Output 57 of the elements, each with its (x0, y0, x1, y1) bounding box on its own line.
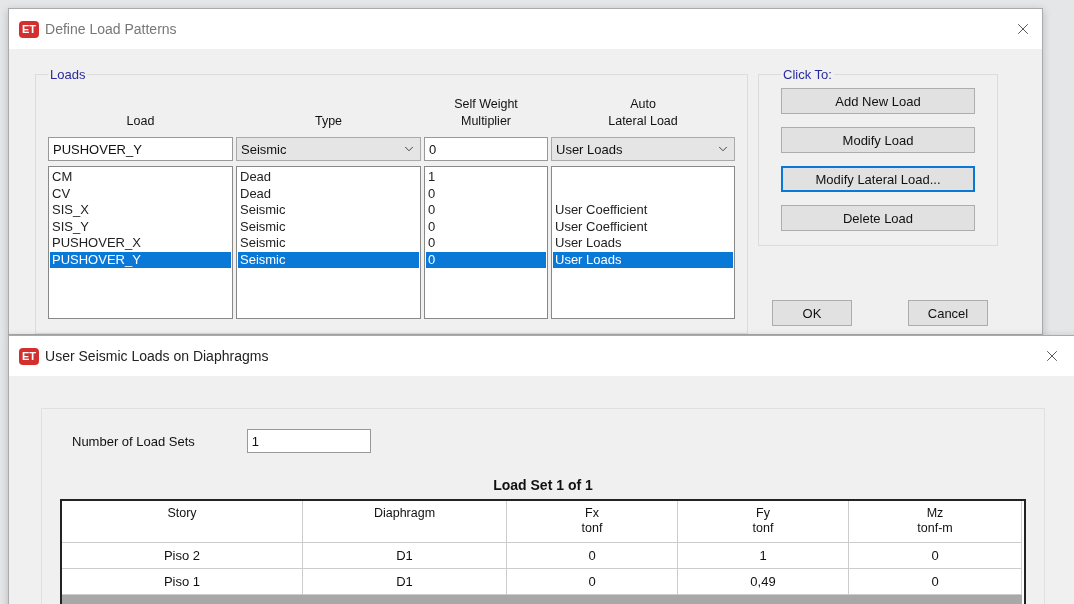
table-cell[interactable]: 0 (507, 543, 678, 569)
cancel-button[interactable]: Cancel (908, 300, 988, 326)
column-header: Fx tonf (507, 501, 678, 543)
action-button[interactable]: Add New Load (781, 88, 975, 114)
lateral-load-item[interactable]: User Loads (553, 251, 733, 268)
multiplier-value-item[interactable]: 0 (426, 218, 546, 235)
column-header: Load (126, 113, 155, 130)
window-title: User Seismic Loads on Diaphragms (45, 348, 270, 364)
column-header: Self Weight (454, 96, 518, 113)
table-cell[interactable]: 0 (849, 543, 1022, 569)
field-label: Number of Load Sets (72, 433, 195, 449)
column-header: Lateral Load (608, 113, 678, 130)
table-title: Load Set 1 of 1 (492, 477, 594, 493)
column-header: Type (314, 113, 343, 130)
multiplier-value-item[interactable]: 0 (426, 235, 546, 252)
action-button[interactable]: Delete Load (781, 205, 975, 231)
load-name-item[interactable]: CV (50, 185, 231, 202)
multiplier-value-item[interactable]: 0 (426, 251, 546, 268)
group-title: Loads (49, 67, 87, 82)
table-cell[interactable]: Piso 2 (62, 543, 303, 569)
load-type-item[interactable]: Dead (238, 169, 419, 186)
multiplier-field[interactable]: 0 (424, 137, 548, 161)
load-type-item[interactable]: Seismic (238, 202, 419, 219)
load-name-item[interactable]: PUSHOVER_Y (50, 251, 231, 268)
load-name-field[interactable]: PUSHOVER_Y (48, 137, 233, 161)
ok-button[interactable]: OK (772, 300, 852, 326)
load-name-item[interactable]: SIS_Y (50, 218, 231, 235)
load-type-item[interactable]: Seismic (238, 235, 419, 252)
window-title: Define Load Patterns (45, 21, 178, 37)
table-cell[interactable]: D1 (303, 543, 507, 569)
table-cell[interactable]: 1 (678, 543, 849, 569)
app-icon: ET (19, 20, 40, 38)
app-icon: ET (19, 347, 40, 365)
lateral-load-item[interactable]: User Coefficient (553, 202, 733, 219)
load-type-item[interactable]: Dead (238, 185, 419, 202)
load-type-item[interactable]: Seismic (238, 218, 419, 235)
column-header: Fy tonf (678, 501, 849, 543)
load-name-item[interactable]: SIS_X (50, 202, 231, 219)
column-header: Diaphragm (303, 501, 507, 543)
column-header: Mz tonf-m (849, 501, 1022, 543)
lateral-load-item[interactable]: User Loads (553, 235, 733, 252)
load-name-item[interactable]: CM (50, 169, 231, 186)
lateral-load-dropdown[interactable]: User Loads (551, 137, 735, 161)
load-sets-field[interactable]: 1 (246, 429, 371, 453)
load-type-item[interactable]: Seismic (238, 251, 419, 268)
multiplier-value-item[interactable]: 1 (426, 169, 546, 186)
multiplier-value-item[interactable]: 0 (426, 185, 546, 202)
column-header: Story (62, 501, 303, 543)
group-title: Click To: (782, 67, 833, 82)
lateral-load-item[interactable]: User Coefficient (553, 218, 733, 235)
type-dropdown[interactable]: Seismic (236, 137, 421, 161)
column-header: Auto (630, 96, 656, 113)
multiplier-value-item[interactable]: 0 (426, 202, 546, 219)
action-button[interactable]: Modify Load (781, 127, 975, 153)
column-header: Multiplier (461, 113, 511, 130)
load-name-item[interactable]: PUSHOVER_X (50, 235, 231, 252)
action-button[interactable]: Modify Lateral Load... (781, 166, 975, 192)
